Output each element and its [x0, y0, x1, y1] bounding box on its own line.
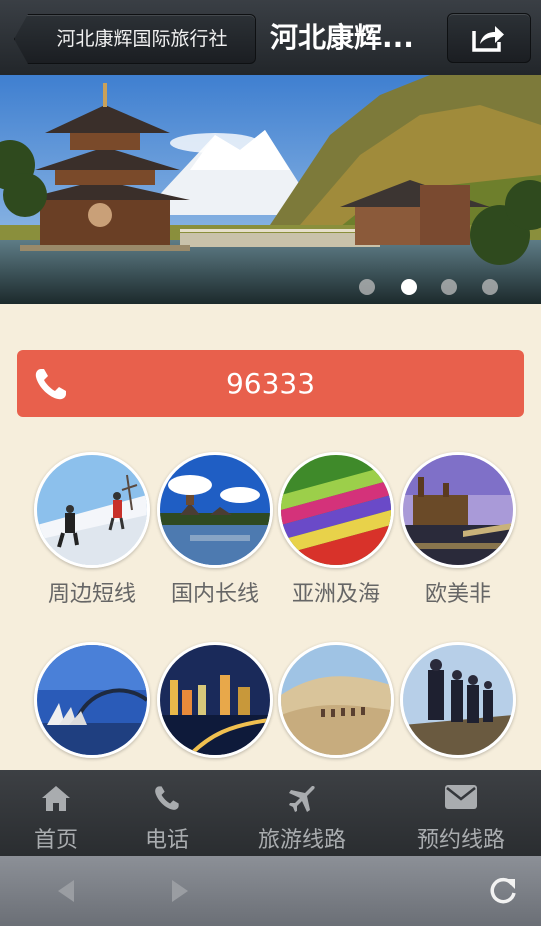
phone-number: 96333: [225, 367, 316, 400]
category-label: 国内长线: [170, 582, 259, 607]
category-label: 亚洲及海: [291, 582, 380, 607]
category-image-sydney-opera-house: [34, 642, 150, 758]
back-button-label: 河北康辉国际旅行社: [56, 28, 228, 50]
bottom-tab-bar: 首页 电话 旅游线路 预约线路: [0, 770, 541, 856]
tab-label: 预约线路: [416, 828, 505, 853]
share-button[interactable]: [447, 13, 531, 63]
home-icon: [42, 786, 70, 811]
category-label: 欧美非: [424, 582, 491, 607]
category-image-hikers: [400, 642, 516, 758]
browser-toolbar: [0, 856, 541, 926]
call-button[interactable]: 96333: [17, 350, 524, 417]
phone-icon: [155, 786, 179, 810]
top-nav-bar: 河北康辉国际旅行社 河北康辉...: [0, 0, 541, 76]
share-icon: [472, 26, 504, 52]
category-yazhou[interactable]: 亚洲及海: [278, 452, 394, 612]
tab-label: 电话: [144, 828, 189, 853]
tab-label: 首页: [33, 828, 78, 853]
category-image-desert-camels: [278, 642, 394, 758]
mail-icon: [445, 785, 477, 809]
tab-home[interactable]: 首页: [20, 770, 92, 856]
category-guonei[interactable]: 国内长线: [157, 452, 273, 612]
category-label: 周边短线: [47, 582, 136, 607]
refresh-icon[interactable]: [488, 876, 518, 906]
slide-dot[interactable]: [482, 279, 498, 295]
category-zhoubian[interactable]: 周边短线: [34, 452, 150, 612]
back-button[interactable]: 河北康辉国际旅行社: [14, 14, 256, 64]
plane-icon: [289, 786, 315, 812]
tab-booking[interactable]: 预约线路: [405, 770, 517, 856]
category-image-castle-river: [400, 452, 516, 568]
tab-phone[interactable]: 电话: [131, 770, 203, 856]
category-image-city-night: [157, 642, 273, 758]
forward-arrow-icon[interactable]: [170, 878, 192, 904]
tab-label: 旅游线路: [257, 828, 346, 853]
banner-slideshow[interactable]: [0, 75, 541, 304]
category-image-skiing: [34, 452, 150, 568]
slide-dot-active[interactable]: [401, 279, 417, 295]
back-arrow-icon[interactable]: [54, 878, 76, 904]
page-title: 河北康辉...: [270, 21, 414, 54]
banner-image-pagoda-mountain: [0, 75, 541, 304]
category-image-flower-fields: [278, 452, 394, 568]
category-image-pagoda-lake: [157, 452, 273, 568]
tab-routes[interactable]: 旅游线路: [246, 770, 358, 856]
slide-dot[interactable]: [441, 279, 457, 295]
slide-dot[interactable]: [359, 279, 375, 295]
category-oumeifei[interactable]: 欧美非: [400, 452, 516, 612]
